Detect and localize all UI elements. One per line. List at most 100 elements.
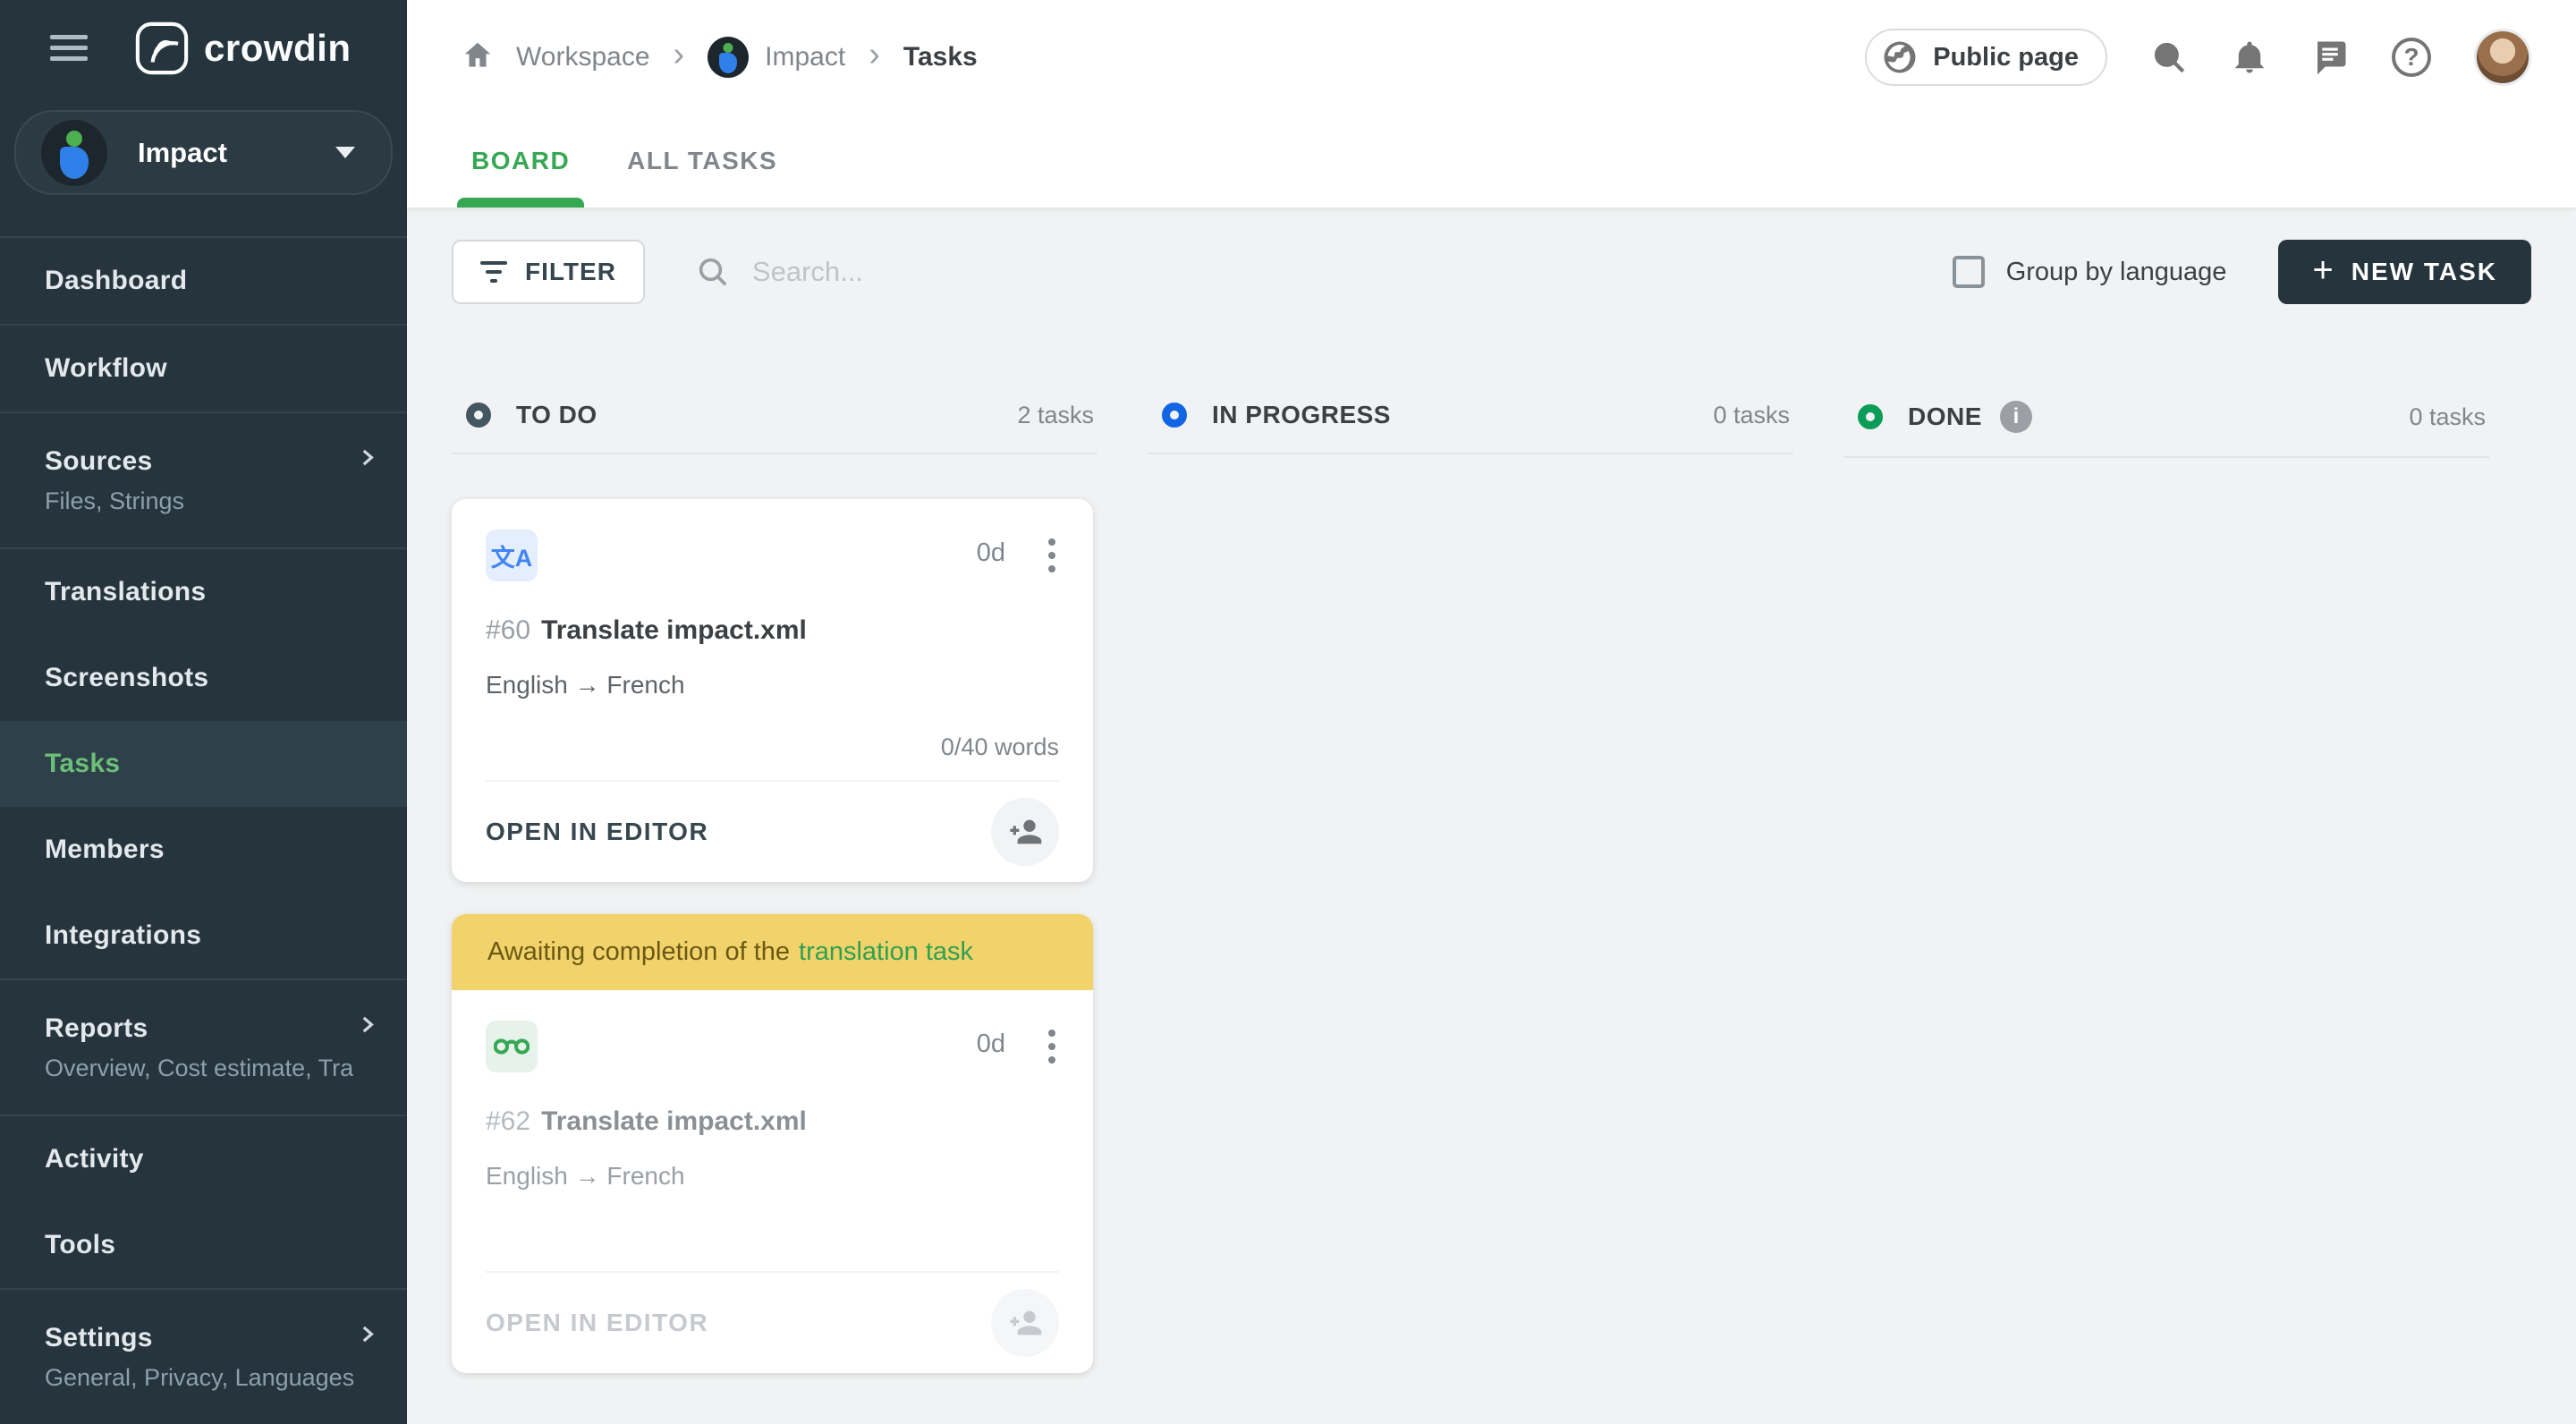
sidebar-item-tasks[interactable]: Tasks [0, 721, 407, 807]
awaiting-banner-text: Awaiting completion of the [487, 937, 791, 966]
sidebar-item-label: Workflow [45, 353, 167, 383]
sidebar-item-activity[interactable]: Activity [0, 1116, 407, 1202]
user-avatar[interactable] [2474, 29, 2531, 86]
crowdin-logo[interactable]: crowdin [134, 21, 352, 76]
sidebar-item-screenshots[interactable]: Screenshots [0, 635, 407, 721]
breadcrumb-workspace[interactable]: Workspace [516, 42, 650, 72]
project-avatar [41, 119, 107, 186]
breadcrumb-project[interactable]: Impact [765, 42, 845, 72]
open-in-editor-link-disabled[interactable]: OPEN IN EDITOR [486, 1309, 708, 1337]
column-in-progress: IN PROGRESS 0 tasks [1148, 401, 1793, 1373]
top-bar: Workspace › Impact › Tasks Public page ?… [407, 0, 2576, 208]
sidebar-item-label: Members [45, 835, 165, 864]
search-input[interactable] [751, 256, 1289, 288]
filter-icon [480, 261, 507, 283]
person-add-icon [1010, 819, 1042, 844]
breadcrumb-project-avatar [708, 37, 750, 78]
card-menu-kebab-icon[interactable] [1045, 1026, 1059, 1067]
sidebar-item-workflow[interactable]: Workflow [0, 326, 407, 411]
project-name: Impact [138, 136, 227, 168]
new-task-button[interactable]: + NEW TASK [2278, 240, 2531, 304]
sidebar-item-label: Settings [45, 1322, 153, 1352]
tab-board[interactable]: BOARD [456, 114, 585, 208]
sidebar-item-label: Sources [45, 445, 153, 476]
proofread-task-icon [486, 1021, 538, 1072]
done-status-icon [1858, 404, 1883, 429]
globe-icon [1884, 41, 1916, 73]
search-icon [699, 258, 727, 286]
open-in-editor-link[interactable]: OPEN IN EDITOR [486, 818, 708, 846]
card-title: #62 Translate impact.xml [486, 1106, 1059, 1137]
task-card-60[interactable]: 文A 0d #60 Translate impact.xml English → … [452, 499, 1093, 882]
sidebar-item-settings[interactable]: Settings General, Privacy, Languages, Q… [0, 1290, 407, 1424]
sidebar-item-members[interactable]: Members [0, 807, 407, 893]
column-in-progress-header: IN PROGRESS 0 tasks [1148, 401, 1793, 454]
sidebar-item-integrations[interactable]: Integrations [0, 893, 407, 979]
column-name: TO DO [516, 401, 597, 428]
help-icon[interactable]: ? [2392, 38, 2431, 77]
breadcrumb: Workspace › Impact › Tasks Public page ? [407, 0, 2576, 114]
card-menu-kebab-icon[interactable] [1045, 535, 1059, 576]
column-task-count: 0 tasks [1713, 401, 1790, 428]
board-content: FILTER Group by language + NEW TASK TO D… [407, 208, 2576, 1424]
chevron-right-icon [355, 1323, 378, 1351]
project-selector[interactable]: Impact [14, 110, 393, 195]
tab-all-tasks[interactable]: ALL TASKS [627, 114, 777, 208]
sidebar-item-label: Translations [45, 577, 207, 606]
chevron-right-icon [355, 1013, 378, 1041]
sidebar-item-subtitle: Files, Strings [45, 487, 185, 514]
person-add-icon [1010, 1310, 1042, 1335]
column-todo: TO DO 2 tasks 文A 0d #60 Translate impact… [452, 401, 1097, 1373]
task-id: #62 [486, 1106, 531, 1136]
sidebar-item-label: Activity [45, 1144, 144, 1174]
language-pair: English → French [486, 1162, 685, 1190]
home-icon[interactable] [461, 38, 495, 77]
filter-button[interactable]: FILTER [452, 240, 645, 304]
card-body: 0d #62 Translate impact.xml English → Fre… [452, 990, 1093, 1273]
view-tabs: BOARD ALL TASKS [407, 114, 2576, 208]
sidebar-item-sources[interactable]: Sources Files, Strings [0, 413, 407, 547]
task-card-62[interactable]: Awaiting completion of the translation ta… [452, 914, 1093, 1373]
breadcrumb-separator: › [869, 36, 880, 73]
due-badge: 0d [976, 1030, 1005, 1058]
chevron-down-icon [335, 147, 355, 159]
sidebar-top: crowdin [0, 0, 407, 96]
messages-icon[interactable] [2311, 38, 2349, 76]
chevron-right-icon [355, 446, 378, 474]
public-page-label: Public page [1933, 42, 2079, 72]
sidebar-item-label: Integrations [45, 920, 202, 950]
group-by-language-checkbox[interactable] [1952, 256, 1985, 288]
sidebar-item-tools[interactable]: Tools [0, 1202, 407, 1288]
column-name: DONE [1908, 403, 1982, 430]
sidebar-item-label: Reports [45, 1013, 148, 1043]
assign-user-button[interactable] [991, 798, 1059, 866]
logo-text: crowdin [204, 26, 352, 69]
hamburger-menu-icon[interactable] [50, 29, 88, 67]
task-id: #60 [486, 615, 531, 645]
column-todo-header: TO DO 2 tasks [452, 401, 1097, 454]
card-title: #60 Translate impact.xml [486, 615, 1059, 646]
public-page-button[interactable]: Public page [1865, 29, 2107, 86]
breadcrumb-separator: › [673, 36, 685, 73]
info-icon[interactable]: i [1999, 401, 2032, 433]
crowdin-logo-icon [135, 21, 189, 74]
search-bar [695, 254, 1931, 290]
sidebar-item-reports[interactable]: Reports Overview, Cost estimate, Transl… [0, 980, 407, 1115]
sidebar-item-label: Tools [45, 1230, 116, 1259]
search-icon[interactable] [2150, 38, 2188, 76]
todo-status-icon [466, 403, 491, 428]
column-task-count: 2 tasks [1017, 401, 1094, 428]
sidebar-item-subtitle: Overview, Cost estimate, Transl… [45, 1054, 353, 1081]
assign-user-button[interactable] [991, 1289, 1059, 1357]
sidebar-item-translations[interactable]: Translations [0, 549, 407, 635]
notifications-bell-icon[interactable] [2231, 38, 2268, 76]
sidebar-nav: Dashboard Workflow Sources Files, String… [0, 215, 407, 1424]
translation-task-link[interactable]: translation task [799, 937, 973, 966]
word-count-spacer [486, 1225, 1059, 1255]
card-body: 文A 0d #60 Translate impact.xml English → … [452, 499, 1093, 782]
group-by-language-toggle[interactable]: Group by language [1931, 256, 2226, 288]
sidebar-item-dashboard[interactable]: Dashboard [0, 238, 407, 324]
sidebar: crowdin Impact Dashboard Workflow Source… [0, 0, 407, 1424]
card-footer: OPEN IN EDITOR [452, 782, 1093, 882]
breadcrumb-current-page: Tasks [902, 42, 978, 72]
